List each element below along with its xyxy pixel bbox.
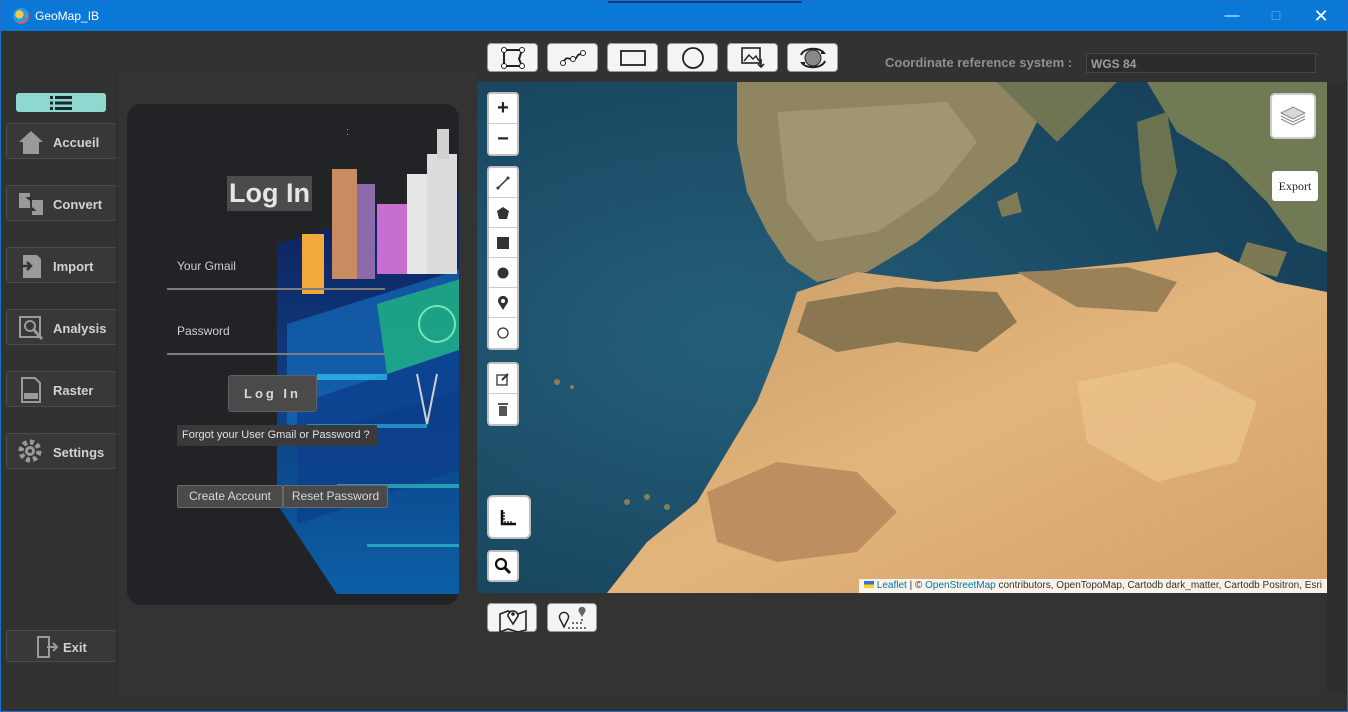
- export-button[interactable]: Export: [1272, 171, 1318, 201]
- nav-raster-button[interactable]: Raster: [6, 371, 117, 407]
- title-bar: GeoMap_IB — ☐ ✕: [1, 1, 1347, 31]
- route-tool-button[interactable]: [547, 603, 597, 632]
- circle-tool-button[interactable]: [667, 43, 718, 72]
- login-title: Log In: [227, 176, 312, 211]
- measure-button[interactable]: [487, 495, 531, 539]
- polygon-edit-tool-button[interactable]: [487, 43, 538, 72]
- nav-import-button[interactable]: Import: [6, 247, 117, 283]
- route-icon: [558, 606, 586, 629]
- search-button[interactable]: [487, 550, 519, 582]
- password-label[interactable]: Password: [177, 324, 230, 338]
- create-account-button[interactable]: Create Account: [177, 485, 283, 508]
- draw-circle-button[interactable]: [489, 258, 517, 288]
- polyline-icon: [560, 50, 586, 66]
- circle-icon: [682, 47, 704, 69]
- edit-layers-button[interactable]: [489, 364, 517, 394]
- draw-rectangle-button[interactable]: [489, 228, 517, 258]
- rectangle-tool-button[interactable]: [607, 43, 658, 72]
- nav-label: Import: [53, 259, 94, 274]
- nav-convert-button[interactable]: Convert: [6, 185, 117, 221]
- login-card: : Log In Your Gmail Password Log In Forg…: [127, 104, 459, 605]
- nav-analysis-button[interactable]: Analysis: [6, 309, 117, 345]
- polygon-icon: [497, 206, 509, 219]
- map-pin-icon: [499, 609, 527, 632]
- right-edge-panel: [1327, 82, 1347, 694]
- polyline-tool-button[interactable]: [547, 43, 598, 72]
- email-field[interactable]: [167, 288, 385, 290]
- title-bar-accent: [608, 1, 802, 3]
- nav-settings-button[interactable]: Settings: [6, 433, 117, 469]
- bottom-panel: [477, 593, 1327, 694]
- login-button[interactable]: Log In: [228, 375, 317, 412]
- satellite-basemap: [477, 82, 1327, 593]
- crs-field[interactable]: WGS 84: [1086, 53, 1316, 73]
- tiff-icon: [21, 377, 41, 403]
- email-label[interactable]: Your Gmail: [177, 259, 236, 273]
- osm-link[interactable]: OpenStreetMap: [925, 580, 996, 591]
- image-export-icon: [741, 47, 765, 69]
- image-export-tool-button[interactable]: [727, 43, 778, 72]
- exit-button[interactable]: Exit: [6, 630, 117, 662]
- circlemarker-icon: [497, 327, 509, 339]
- map-attribution: Leaflet | © OpenStreetMap contributors, …: [858, 579, 1327, 593]
- circle-icon: [497, 267, 509, 278]
- import-icon: [19, 255, 41, 278]
- crs-label: Coordinate reference system :: [885, 55, 1073, 70]
- maximize-button[interactable]: ☐: [1261, 5, 1291, 27]
- attribution-separator: | ©: [906, 580, 926, 591]
- marker-icon: [498, 295, 508, 310]
- ruler-icon: [500, 510, 516, 526]
- polyline-icon: [496, 176, 510, 189]
- draw-polyline-button[interactable]: [489, 168, 517, 198]
- analysis-icon: [19, 316, 44, 340]
- map-pin-tool-button[interactable]: [487, 603, 537, 632]
- draw-marker-button[interactable]: [489, 288, 517, 318]
- convert-icon: [19, 193, 43, 215]
- app-logo-icon: [13, 8, 29, 24]
- zoom-out-button[interactable]: −: [489, 124, 517, 154]
- nav-label: Accueil: [53, 135, 100, 150]
- gear-icon: [18, 439, 42, 463]
- edit-toolbar: [487, 362, 519, 426]
- globe-sync-tool-button[interactable]: [787, 43, 838, 72]
- nav-label: Raster: [53, 383, 94, 398]
- app-window: GeoMap_IB — ☐ ✕ Accueil Convert Import A…: [0, 0, 1348, 712]
- reset-password-button[interactable]: Reset Password: [283, 485, 388, 508]
- zoom-in-button[interactable]: +: [489, 94, 517, 124]
- polygon-edit-icon: [501, 47, 525, 69]
- nav-label: Convert: [53, 197, 103, 212]
- password-field[interactable]: [167, 353, 385, 355]
- close-button[interactable]: ✕: [1306, 5, 1336, 27]
- nav-accueil-button[interactable]: Accueil: [6, 123, 117, 159]
- rectangle-icon: [620, 50, 646, 66]
- attribution-text: contributors, OpenTopoMap, Cartodb dark_…: [995, 580, 1322, 591]
- forgot-credentials-link[interactable]: Forgot your User Gmail or Password ?: [177, 425, 377, 446]
- menu-toggle-button[interactable]: [16, 93, 106, 112]
- minimize-button[interactable]: —: [1217, 5, 1247, 27]
- nav-label: Settings: [53, 445, 105, 460]
- ukraine-flag-icon: [863, 581, 874, 588]
- draw-polygon-button[interactable]: [489, 198, 517, 228]
- leaflet-link[interactable]: Leaflet: [877, 580, 907, 591]
- home-icon: [19, 131, 43, 154]
- rectangle-icon: [497, 236, 509, 249]
- list-menu-icon: [50, 95, 72, 110]
- nav-label: Analysis: [53, 321, 107, 336]
- delete-layers-button[interactable]: [489, 394, 517, 424]
- draw-circlemarker-button[interactable]: [489, 318, 517, 348]
- trash-icon: [498, 403, 508, 416]
- exit-door-icon: [37, 636, 59, 658]
- zoom-control: + −: [487, 92, 519, 156]
- globe-sync-icon: [800, 47, 826, 69]
- window-title: GeoMap_IB: [35, 9, 100, 23]
- map-view[interactable]: + − Export Leaflet | © OpenStreetMap con…: [477, 82, 1327, 593]
- edit-icon: [496, 372, 509, 386]
- exit-label: Exit: [63, 640, 87, 655]
- layers-icon: [1280, 106, 1306, 126]
- title-colon: :: [346, 126, 350, 138]
- layers-control-button[interactable]: [1270, 93, 1316, 139]
- draw-toolbar: [487, 166, 519, 350]
- search-icon: [494, 557, 512, 575]
